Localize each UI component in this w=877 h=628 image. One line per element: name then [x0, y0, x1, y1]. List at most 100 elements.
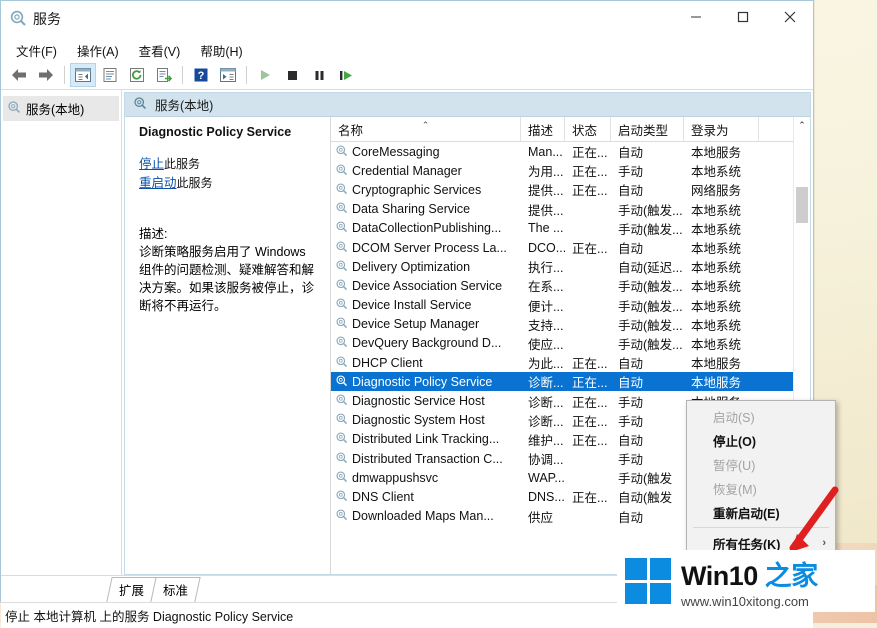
table-row[interactable]: Diagnostic Policy Service 诊断... 正在... 自动 本地服…	[331, 372, 793, 392]
service-name-cell: DevQuery Background D...	[331, 335, 521, 351]
service-name-label: Distributed Transaction C...	[352, 451, 503, 466]
table-row[interactable]: Device Setup Manager 支持... 手动(触发... 本地系统	[331, 315, 793, 334]
service-name-cell: DHCP Client	[331, 355, 521, 371]
service-name-label: CoreMessaging	[352, 144, 440, 159]
service-log-on-as-cell: 本地系统	[691, 242, 742, 257]
service-startup-type-cell: 自动	[618, 510, 644, 525]
stop-service-link[interactable]: 停止此服务	[139, 155, 320, 174]
sidebar-item-services-local[interactable]: 服务(本地)	[3, 96, 119, 121]
column-header-name[interactable]: 名称 ⌃	[331, 117, 521, 141]
column-header-status-label: 状态	[572, 123, 598, 138]
service-name-label: Delivery Optimization	[352, 259, 471, 274]
service-description-cell: 为用...	[528, 165, 564, 180]
pause-service-icon[interactable]	[306, 63, 332, 87]
help-icon[interactable]: ?	[188, 63, 214, 87]
service-name-label: Distributed Link Tracking...	[352, 432, 500, 447]
table-row[interactable]: Data Sharing Service 提供... 手动(触发... 本地系统	[331, 200, 793, 219]
service-name-cell: Diagnostic Policy Service	[331, 374, 521, 390]
menu-bar: 文件(F) 操作(A) 查看(V) 帮助(H)	[1, 39, 813, 61]
table-row[interactable]: DHCP Client 为此... 正在... 自动 本地服务	[331, 353, 793, 372]
menu-help[interactable]: 帮助(H)	[191, 39, 251, 62]
tab-extended[interactable]: 扩展	[106, 577, 157, 602]
window-title: 服务	[33, 11, 61, 27]
title-bar: 服务	[1, 1, 813, 39]
toolbar: ?	[1, 61, 813, 90]
menu-view[interactable]: 查看(V)	[130, 39, 190, 62]
maximize-button[interactable]	[720, 1, 766, 33]
context-menu[interactable]: 启动(S) 停止(O) 暂停(U) 恢复(M) 重新启动(E) 所有任务(K) ›	[686, 400, 836, 559]
service-status-cell: 正在...	[572, 146, 608, 161]
scroll-up-icon[interactable]: ⌃	[794, 117, 810, 134]
service-name-label: Credential Manager	[352, 163, 462, 178]
service-startup-type-cell: 手动(触发...	[618, 318, 683, 333]
menu-action[interactable]: 操作(A)	[68, 39, 128, 62]
svg-text:?: ?	[198, 70, 205, 82]
service-log-on-as-cell: 本地系统	[691, 299, 742, 314]
ctx-restart[interactable]: 重新启动(E)	[687, 500, 835, 524]
table-row[interactable]: Delivery Optimization 执行... 自动(延迟... 本地系统	[331, 257, 793, 276]
service-name-label: DNS Client	[352, 489, 414, 504]
minimize-button[interactable]	[673, 1, 719, 33]
table-row[interactable]: Device Install Service 便计... 手动(触发... 本地系统	[331, 296, 793, 315]
close-button[interactable]	[767, 1, 813, 33]
table-row[interactable]: Credential Manager 为用... 正在... 手动 本地系统	[331, 161, 793, 180]
column-header-startup-type-label: 启动类型	[618, 123, 669, 138]
windows-logo-icon	[625, 558, 671, 604]
service-description-cell: DCO...	[528, 240, 565, 255]
service-startup-type-cell: 手动	[618, 395, 644, 410]
table-row[interactable]: DevQuery Background D... 使应... 手动(触发... 本地系…	[331, 334, 793, 353]
export-list-icon[interactable]	[151, 63, 177, 87]
service-gear-icon	[335, 393, 348, 409]
service-status-cell: 正在...	[572, 433, 608, 448]
table-row[interactable]: CoreMessaging Man... 正在... 自动 本地服务	[331, 142, 793, 161]
service-startup-type-cell: 手动(触发...	[618, 337, 683, 352]
restart-service-icon[interactable]	[333, 63, 359, 87]
service-startup-type-cell: 手动	[618, 453, 644, 468]
service-startup-type-cell: 手动(触发...	[618, 203, 683, 218]
service-name-label: Diagnostic Policy Service	[352, 374, 493, 389]
column-header-log-on-as[interactable]: 登录为	[684, 117, 759, 141]
start-service-icon[interactable]	[252, 63, 278, 87]
service-description-cell: 诊断...	[528, 395, 564, 410]
service-description-cell: 提供...	[528, 203, 564, 218]
watermark-title-accent: 之家	[764, 560, 819, 591]
service-name-label: Diagnostic Service Host	[352, 394, 485, 409]
service-status-cell: 正在...	[572, 395, 608, 410]
table-row[interactable]: DataCollectionPublishing... The ... 手动(触发.…	[331, 219, 793, 238]
restart-service-link[interactable]: 重启动此服务	[139, 174, 320, 193]
column-header-description[interactable]: 描述	[521, 117, 565, 141]
service-name-label: Device Install Service	[352, 298, 472, 313]
ctx-stop[interactable]: 停止(O)	[687, 428, 835, 452]
scrollbar-thumb[interactable]	[796, 187, 808, 223]
show-action-pane-icon[interactable]	[215, 63, 241, 87]
tab-standard[interactable]: 标准	[150, 577, 201, 602]
service-name-label: DCOM Server Process La...	[352, 240, 507, 255]
restart-service-link-text[interactable]: 重启动	[139, 176, 177, 190]
column-header-startup-type[interactable]: 启动类型	[611, 117, 684, 141]
back-icon[interactable]	[6, 63, 32, 87]
table-row[interactable]: Device Association Service 在系... 手动(触发... 本…	[331, 276, 793, 295]
stop-service-icon[interactable]	[279, 63, 305, 87]
console-tree: 服务(本地)	[1, 90, 122, 575]
forward-icon[interactable]	[33, 63, 59, 87]
ctx-stop-label: 停止(O)	[713, 434, 757, 449]
properties-icon[interactable]	[97, 63, 123, 87]
table-row[interactable]: DCOM Server Process La... DCO... 正在... 自动 本地…	[331, 238, 793, 257]
service-name-cell: Distributed Link Tracking...	[331, 431, 521, 447]
column-header-description-label: 描述	[528, 123, 554, 138]
watermark-title-main: Win10	[681, 560, 758, 591]
service-details-panel: Diagnostic Policy Service 停止此服务 重启动此服务 描…	[125, 117, 330, 574]
service-name-label: Data Sharing Service	[352, 202, 471, 217]
refresh-icon[interactable]	[124, 63, 150, 87]
service-name-cell: Diagnostic System Host	[331, 412, 521, 428]
menu-file[interactable]: 文件(F)	[7, 39, 66, 62]
table-row[interactable]: Cryptographic Services 提供... 正在... 自动 网络服务	[331, 180, 793, 199]
toolbar-separator	[246, 66, 247, 84]
service-description-cell: 为此...	[528, 357, 564, 372]
service-status-cell: 正在...	[572, 165, 608, 180]
service-description-cell: DNS...	[528, 489, 565, 504]
column-header-status[interactable]: 状态	[565, 117, 611, 141]
service-gear-icon	[335, 431, 348, 447]
stop-service-link-text[interactable]: 停止	[139, 157, 164, 171]
show-hide-tree-icon[interactable]	[70, 63, 96, 87]
